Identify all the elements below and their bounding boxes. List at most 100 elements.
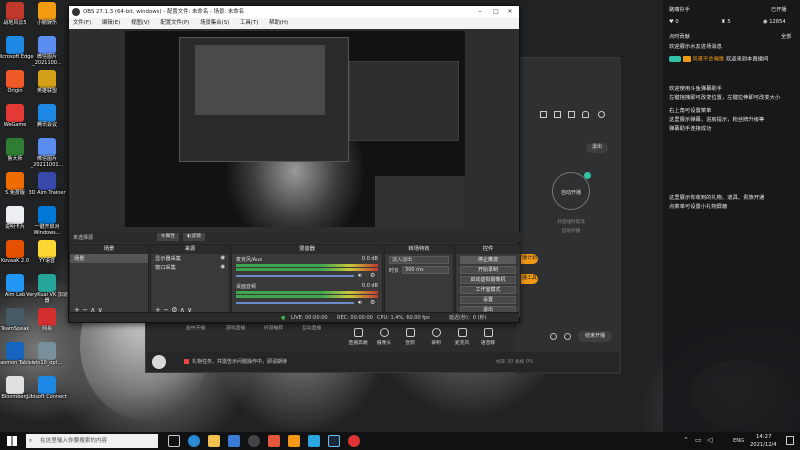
tab-screen-live[interactable]: 画中开播 xyxy=(186,324,205,331)
desktop-icon[interactable]: 微信图片_20211001... xyxy=(24,138,70,169)
app-icon xyxy=(38,172,56,190)
desktop-icon[interactable]: YY语音 xyxy=(24,240,70,265)
desktop-icon[interactable]: win10_opt... xyxy=(24,342,70,367)
volume-icon xyxy=(483,328,493,337)
network-icon[interactable]: ▭ xyxy=(695,436,702,444)
windows-start-icon[interactable] xyxy=(7,436,17,446)
start-recording-button[interactable]: 开始录制 xyxy=(460,266,516,274)
desktop-icon[interactable]: VeryKuai VK 加速器 xyxy=(24,274,70,305)
tab-game-live[interactable]: 游戏直播 xyxy=(226,324,245,331)
menu-scene-collection[interactable]: 场景集合(S) xyxy=(200,20,229,26)
search-icon: ⌕ xyxy=(29,438,33,444)
desktop-icon[interactable]: 一键开启对 Windows... xyxy=(24,206,70,237)
chat-line: 弹幕助手连接成功 xyxy=(669,126,712,132)
settings-gear-icon[interactable] xyxy=(564,333,571,340)
tool-voice-chat[interactable]: 语音聊 xyxy=(472,328,504,346)
desktop-icon[interactable]: 3D Aim Trainer xyxy=(24,172,70,197)
live-indicator-icon: ● xyxy=(281,315,286,321)
visibility-eye-icon[interactable]: ◉ xyxy=(220,255,225,262)
menu-help[interactable]: 帮助(H) xyxy=(269,20,288,26)
filters-button[interactable]: ◐滤镜 xyxy=(183,233,205,241)
source-item[interactable]: 窗口采集 ◉ xyxy=(151,263,229,272)
menu-edit[interactable]: 编辑(E) xyxy=(102,20,120,26)
studio-mode-button[interactable]: 工作室模式 xyxy=(460,286,516,294)
visibility-eye-icon[interactable]: ◉ xyxy=(220,264,225,271)
minimize-button[interactable]: – xyxy=(473,6,487,18)
volume-tray-icon[interactable]: ◁ xyxy=(707,436,712,444)
virtual-camera-button[interactable]: 启动虚拟摄像机 xyxy=(460,276,516,284)
volume-slider[interactable] xyxy=(236,275,354,277)
bell-icon[interactable] xyxy=(582,111,589,118)
desktop-icon[interactable]: 小鹅娱乐 xyxy=(24,2,70,27)
chat-line: 这里展示弹幕，进房提示，粉丝牌升级等 xyxy=(669,117,765,123)
app-taskbar-icon[interactable] xyxy=(348,435,360,447)
desktop-icon-label: 微信图片_2021100... xyxy=(32,54,62,66)
app-taskbar-icon[interactable] xyxy=(268,435,280,447)
fans-count: ♜ 5 xyxy=(721,19,731,25)
edge-browser-icon[interactable] xyxy=(188,435,200,447)
volume-slider[interactable] xyxy=(236,302,354,304)
gift-icon[interactable] xyxy=(554,111,561,118)
app-icon xyxy=(38,376,56,394)
all-tab[interactable]: 全部 xyxy=(781,33,791,40)
eye-icon[interactable] xyxy=(550,333,557,340)
tab-interactive[interactable]: 互动直播 xyxy=(302,324,321,331)
stop-streaming-button[interactable]: 停止推流 xyxy=(460,256,516,264)
shop-icon[interactable] xyxy=(568,111,575,118)
assistant-bottom-bar: 礼物任务、共需告示问题操作中，即请期待 帧率 30 丢帧 0% xyxy=(146,352,619,372)
scene-item[interactable]: 场景 xyxy=(70,254,148,263)
language-indicator[interactable]: ENG xyxy=(733,438,744,444)
contribution-tab[interactable]: 点时贡献 xyxy=(669,33,690,40)
avatar[interactable] xyxy=(152,355,166,369)
desktop-icon-label: 小鹅娱乐 xyxy=(36,20,57,26)
clock-date[interactable]: 2021/12/4 xyxy=(750,442,777,448)
desktop-icon[interactable]: 微信图片_2021100... xyxy=(24,36,70,67)
end-live-button[interactable]: 结束开播 xyxy=(578,331,612,342)
menu-file[interactable]: 文件(F) xyxy=(73,20,91,26)
taskbar-search-input[interactable]: ⌕ 在这里输入你要搜索的内容 xyxy=(26,434,158,448)
file-explorer-icon[interactable] xyxy=(208,435,220,447)
mute-speaker-icon[interactable]: 🔊︎ xyxy=(358,299,362,307)
menu-view[interactable]: 视图(V) xyxy=(131,20,150,26)
notification-icon[interactable] xyxy=(786,436,794,445)
settings-button[interactable]: 设置 xyxy=(460,296,516,304)
source-item[interactable]: 显示器采集 ◉ xyxy=(151,254,229,263)
home-icon[interactable] xyxy=(540,111,547,118)
transitions-dock: 转场特效 淡入淡出 时长 300 ms xyxy=(384,244,454,318)
channel-gear-icon[interactable]: ⚙ xyxy=(370,299,375,306)
steam-taskbar-icon[interactable] xyxy=(328,435,340,447)
obs-preview-canvas[interactable] xyxy=(125,31,465,227)
tray-chevron-icon[interactable]: ⌃ xyxy=(683,436,689,444)
menu-tools[interactable]: 工具(T) xyxy=(240,20,258,26)
task-view-icon[interactable] xyxy=(168,435,180,447)
scenes-dock: 场景 场景 + − ∧ ∨ xyxy=(69,244,149,318)
tab-recommend[interactable]: 好游推荐 xyxy=(264,324,283,331)
app-taskbar-icon[interactable] xyxy=(308,435,320,447)
close-button[interactable]: ✕ xyxy=(503,6,517,18)
duration-label: 时长 xyxy=(389,267,400,274)
transition-type: 淡入淡出 xyxy=(392,257,413,263)
douyu-taskbar-icon[interactable] xyxy=(288,435,300,447)
obs-taskbar-icon[interactable] xyxy=(248,435,260,447)
chat-line-user: 风萧不会唱歌 欢迎来到本直播间 xyxy=(669,56,797,64)
share-icon[interactable] xyxy=(598,111,605,118)
obs-title-bar[interactable]: OBS 27.1.3 (64-bit, windows) - 配置文件: 未命名… xyxy=(69,6,519,18)
assistant-tool-row: 直播高端 摄像头 音频 录制 麦克风 语音聊 xyxy=(342,328,522,348)
desktop-icon[interactable]: 英雄联盟 xyxy=(24,70,70,95)
clock-time[interactable]: 14:27 xyxy=(756,434,772,440)
preview-nested-panel xyxy=(349,61,459,141)
desktop-icon[interactable]: 腾讯会议 xyxy=(24,104,70,129)
chat-user-name[interactable]: 风萧不会唱歌 xyxy=(692,57,724,63)
desktop-icon-label: 腾讯会议 xyxy=(36,122,57,128)
exit-pill-button[interactable]: 退出 xyxy=(586,143,608,153)
desktop-icon[interactable]: Ubisoft Connect xyxy=(24,376,70,401)
mute-speaker-icon[interactable]: 🔊︎ xyxy=(358,272,362,280)
menu-profile[interactable]: 配置文件(P) xyxy=(160,20,189,26)
channel-gear-icon[interactable]: ⚙ xyxy=(370,272,375,279)
transition-select[interactable]: 淡入淡出 xyxy=(389,256,449,264)
desktop-icon[interactable]: 网易 xyxy=(24,308,70,333)
properties-button[interactable]: ⚙属性 xyxy=(157,233,179,241)
maximize-button[interactable]: □ xyxy=(489,6,503,18)
store-icon[interactable] xyxy=(228,435,240,447)
duration-input[interactable]: 300 ms xyxy=(402,266,449,274)
